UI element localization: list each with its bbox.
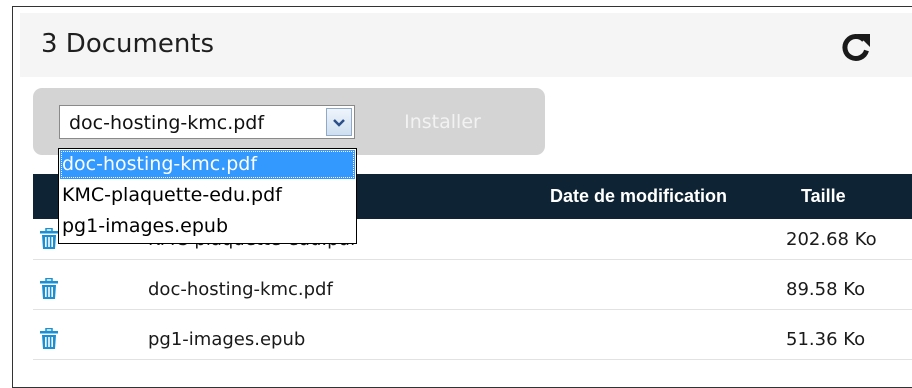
- chevron-down-icon[interactable]: [326, 108, 352, 136]
- refresh-button[interactable]: [836, 27, 876, 67]
- column-header-size[interactable]: Taille: [801, 186, 846, 207]
- install-toolbar: doc-hosting-kmc.pdf Installer: [33, 88, 545, 155]
- refresh-icon: [842, 34, 870, 61]
- dropdown-option[interactable]: KMC-plaquette-edu.pdf: [60, 181, 355, 210]
- file-size: 51.36 Ko: [786, 329, 866, 350]
- file-name[interactable]: pg1-images.epub: [148, 329, 305, 350]
- document-select-value: doc-hosting-kmc.pdf: [69, 112, 265, 134]
- document-select[interactable]: doc-hosting-kmc.pdf: [59, 105, 355, 139]
- file-size: 89.58 Ko: [786, 279, 866, 300]
- install-button[interactable]: Installer: [374, 100, 511, 144]
- trash-icon[interactable]: [39, 228, 59, 250]
- documents-header: 3 Documents: [20, 13, 912, 77]
- trash-icon[interactable]: [39, 278, 59, 300]
- trash-icon[interactable]: [39, 328, 59, 350]
- dropdown-option[interactable]: doc-hosting-kmc.pdf: [60, 150, 355, 179]
- page-title: 3 Documents: [41, 29, 215, 59]
- table-row[interactable]: pg1-images.epub 51.36 Ko: [33, 319, 912, 360]
- file-name[interactable]: doc-hosting-kmc.pdf: [148, 279, 333, 300]
- dropdown-option[interactable]: pg1-images.epub: [60, 212, 355, 241]
- column-header-date[interactable]: Date de modification: [550, 186, 727, 207]
- file-size: 202.68 Ko: [786, 229, 877, 250]
- table-row[interactable]: doc-hosting-kmc.pdf 89.58 Ko: [33, 269, 912, 310]
- document-dropdown-list: doc-hosting-kmc.pdf KMC-plaquette-edu.pd…: [58, 148, 357, 244]
